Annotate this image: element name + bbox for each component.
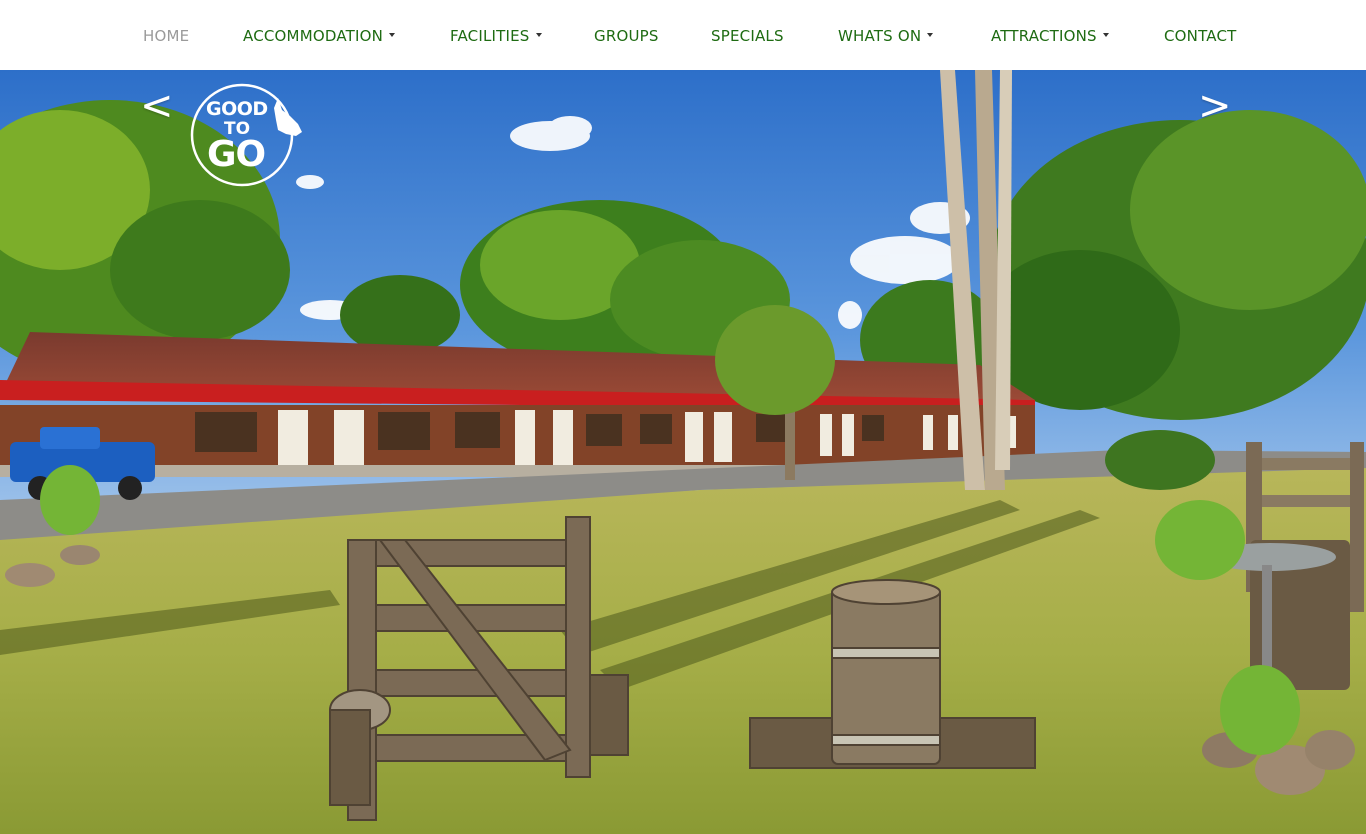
logo-line-go: GO xyxy=(207,134,266,175)
caret-down-icon xyxy=(1102,32,1109,37)
nav-label: WHATS ON xyxy=(838,27,922,45)
caret-down-icon xyxy=(535,32,542,37)
nav-item-accommodation[interactable]: ACCOMMODATION xyxy=(243,26,396,46)
main-navigation: HOME ACCOMMODATION FACILITIES GROUPS SPE… xyxy=(0,0,1366,70)
caret-down-icon xyxy=(927,32,934,37)
nav-item-attractions[interactable]: ATTRACTIONS xyxy=(991,26,1109,46)
nav-label: FACILITIES xyxy=(450,27,530,45)
slider-next-arrow[interactable]: > xyxy=(1198,84,1232,128)
hero-slider: < > GOOD TO GO xyxy=(0,70,1366,834)
nav-item-contact[interactable]: CONTACT xyxy=(1164,26,1237,46)
nav-item-groups[interactable]: GROUPS xyxy=(594,26,659,46)
nav-item-whats-on[interactable]: WHATS ON xyxy=(838,26,934,46)
logo-line-good: GOOD xyxy=(206,98,268,120)
nav-item-specials[interactable]: SPECIALS xyxy=(711,26,784,46)
good-to-go-logo: GOOD TO GO xyxy=(186,80,306,190)
queensland-map-icon xyxy=(274,98,302,136)
nav-label: GROUPS xyxy=(594,27,659,45)
slider-prev-arrow[interactable]: < xyxy=(140,84,174,128)
caret-down-icon xyxy=(389,32,396,37)
nav-label: SPECIALS xyxy=(711,27,784,45)
nav-label: HOME xyxy=(143,27,190,45)
nav-item-home[interactable]: HOME xyxy=(143,26,189,46)
nav-label: ATTRACTIONS xyxy=(991,27,1097,45)
nav-label: CONTACT xyxy=(1164,27,1237,45)
nav-item-facilities[interactable]: FACILITIES xyxy=(450,26,542,46)
nav-label: ACCOMMODATION xyxy=(243,27,384,45)
